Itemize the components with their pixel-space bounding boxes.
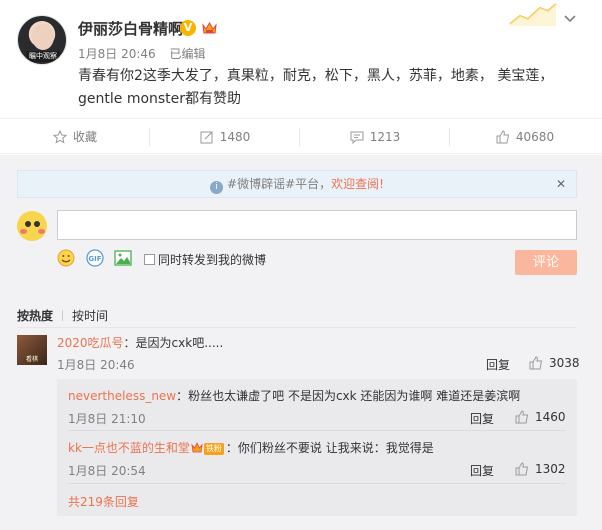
divider bbox=[68, 483, 566, 484]
reply-button[interactable]: 回复 bbox=[470, 410, 494, 427]
thumbs-up-icon bbox=[515, 462, 529, 476]
like-count: 40680 bbox=[515, 130, 555, 144]
more-replies-link[interactable]: 共219条回复 bbox=[68, 493, 139, 510]
thumbs-up-icon bbox=[515, 410, 529, 424]
reply-like-count: 1460 bbox=[535, 410, 566, 424]
reply-author[interactable]: kk一点也不蓝的生和堂 bbox=[68, 441, 190, 455]
comment-count: 1213 bbox=[369, 130, 401, 144]
reply-time: 1月8日 21:10 bbox=[68, 412, 146, 426]
reply-button[interactable]: 回复 bbox=[486, 356, 510, 373]
repost-button[interactable]: 1480 bbox=[150, 119, 300, 155]
reply-content: kk一点也不蓝的生和堂 铁粉 ：你们粉丝不要说 让我来说：我觉得是 bbox=[68, 439, 434, 456]
notice-text: #微博辟谣#平台， bbox=[227, 177, 332, 191]
post-action-bar: 收藏 1480 1213 40680 bbox=[0, 118, 602, 154]
comment-time: 1月8日 20:46 bbox=[57, 358, 135, 372]
reply-like-count: 1302 bbox=[535, 462, 566, 476]
post-text: 青春有你2这季大发了，真果粒，耐克，松下，黑人，苏菲，地素， 美宝莲，gentl… bbox=[78, 68, 554, 107]
like-button[interactable]: 40680 bbox=[450, 119, 600, 155]
avatar-label: 看棋 bbox=[25, 356, 38, 363]
divider bbox=[17, 327, 577, 328]
comments-panel: i #微博辟谣#平台，欢迎查阅! ✕ GIF 同时转发到我的微博 评论 按热度 按时… bbox=[0, 155, 602, 530]
author-name[interactable]: 伊丽莎白骨精啊 bbox=[78, 18, 183, 39]
verified-badge-icon[interactable]: V bbox=[180, 20, 196, 36]
favorite-label: 收藏 bbox=[72, 130, 97, 144]
replies-block: nevertheless_new：粉丝也太谦虚了吧 不是因为cxk 还能因为谁啊… bbox=[57, 379, 577, 516]
avatar-cheek bbox=[20, 229, 27, 234]
svg-text:GIF: GIF bbox=[88, 255, 101, 263]
avatar-eye bbox=[34, 221, 40, 227]
reply-author[interactable]: nevertheless_new bbox=[68, 389, 176, 403]
comment-like-button[interactable]: 3038 bbox=[529, 356, 580, 370]
comment-like-count: 3038 bbox=[549, 356, 580, 370]
submit-comment-button[interactable]: 评论 bbox=[515, 250, 577, 275]
reply-like-button[interactable]: 1460 bbox=[515, 410, 566, 424]
comment-content: 2020吃瓜号：是因为cxk吧..... bbox=[57, 334, 223, 351]
checkbox-icon[interactable] bbox=[144, 254, 155, 265]
fan-badge[interactable]: 铁粉 bbox=[203, 443, 224, 455]
reply-button[interactable]: 回复 bbox=[470, 462, 494, 479]
post-meta: 1月8日 20:46 已编辑 bbox=[78, 45, 216, 62]
sort-by-hot-tab[interactable]: 按热度 bbox=[17, 309, 53, 323]
commenter-avatar[interactable]: 看棋 bbox=[17, 335, 47, 365]
chevron-down-icon[interactable] bbox=[563, 12, 577, 26]
image-icon[interactable] bbox=[114, 249, 132, 267]
rumor-notice: i #微博辟谣#平台，欢迎查阅! ✕ bbox=[17, 170, 577, 198]
close-icon[interactable]: ✕ bbox=[556, 171, 566, 197]
avatar-face bbox=[32, 24, 54, 50]
emoji-icon[interactable] bbox=[57, 249, 75, 267]
crown-icon bbox=[191, 442, 203, 453]
reply-text: ：粉丝也太谦虚了吧 不是因为cxk 还能因为谁啊 难道还是姜滨啊 bbox=[176, 389, 521, 403]
repost-icon bbox=[200, 131, 213, 144]
reply-like-button[interactable]: 1302 bbox=[515, 462, 566, 476]
reply-text: ：你们粉丝不要说 让我来说：我觉得是 bbox=[225, 441, 434, 455]
info-icon: i bbox=[210, 181, 224, 194]
divider bbox=[62, 310, 64, 321]
thumbs-up-icon bbox=[529, 356, 543, 370]
my-avatar bbox=[17, 211, 47, 241]
post-edited-label: 已编辑 bbox=[169, 47, 206, 61]
reply-content: nevertheless_new：粉丝也太谦虚了吧 不是因为cxk 还能因为谁啊… bbox=[68, 387, 520, 404]
weibo-post: 瞩中观察 伊丽莎白骨精啊 V 1月8日 20:46 已编辑 青春有你2这季大发了… bbox=[0, 0, 602, 118]
post-date[interactable]: 1月8日 20:46 bbox=[78, 47, 156, 61]
comment-text: ：是因为cxk吧..... bbox=[123, 336, 224, 350]
commenter-name[interactable]: 2020吃瓜号 bbox=[57, 336, 124, 350]
trending-chart-icon bbox=[509, 3, 557, 26]
forward-checkbox[interactable]: 同时转发到我的微博 bbox=[144, 251, 266, 268]
member-crown-icon[interactable] bbox=[202, 21, 217, 35]
comment-icon bbox=[350, 131, 364, 145]
favorite-button[interactable]: 收藏 bbox=[0, 119, 150, 155]
sort-tabs: 按热度 按时间 bbox=[17, 307, 108, 324]
avatar-eye bbox=[25, 221, 31, 227]
reply-time: 1月8日 20:54 bbox=[68, 464, 146, 478]
divider bbox=[68, 430, 566, 431]
gif-icon[interactable]: GIF bbox=[86, 249, 104, 267]
star-icon bbox=[52, 129, 68, 144]
avatar-label: 瞩中观察 bbox=[26, 51, 60, 62]
notice-link[interactable]: 欢迎查阅! bbox=[331, 177, 384, 191]
thumbs-up-icon bbox=[496, 130, 510, 144]
author-avatar[interactable]: 瞩中观察 bbox=[17, 15, 67, 65]
comment-button[interactable]: 1213 bbox=[300, 119, 450, 155]
repost-count: 1480 bbox=[219, 130, 251, 144]
sort-by-time-tab[interactable]: 按时间 bbox=[72, 309, 108, 323]
forward-label: 同时转发到我的微博 bbox=[158, 253, 267, 267]
avatar-cheek bbox=[38, 229, 45, 234]
comment-input[interactable] bbox=[57, 210, 577, 240]
